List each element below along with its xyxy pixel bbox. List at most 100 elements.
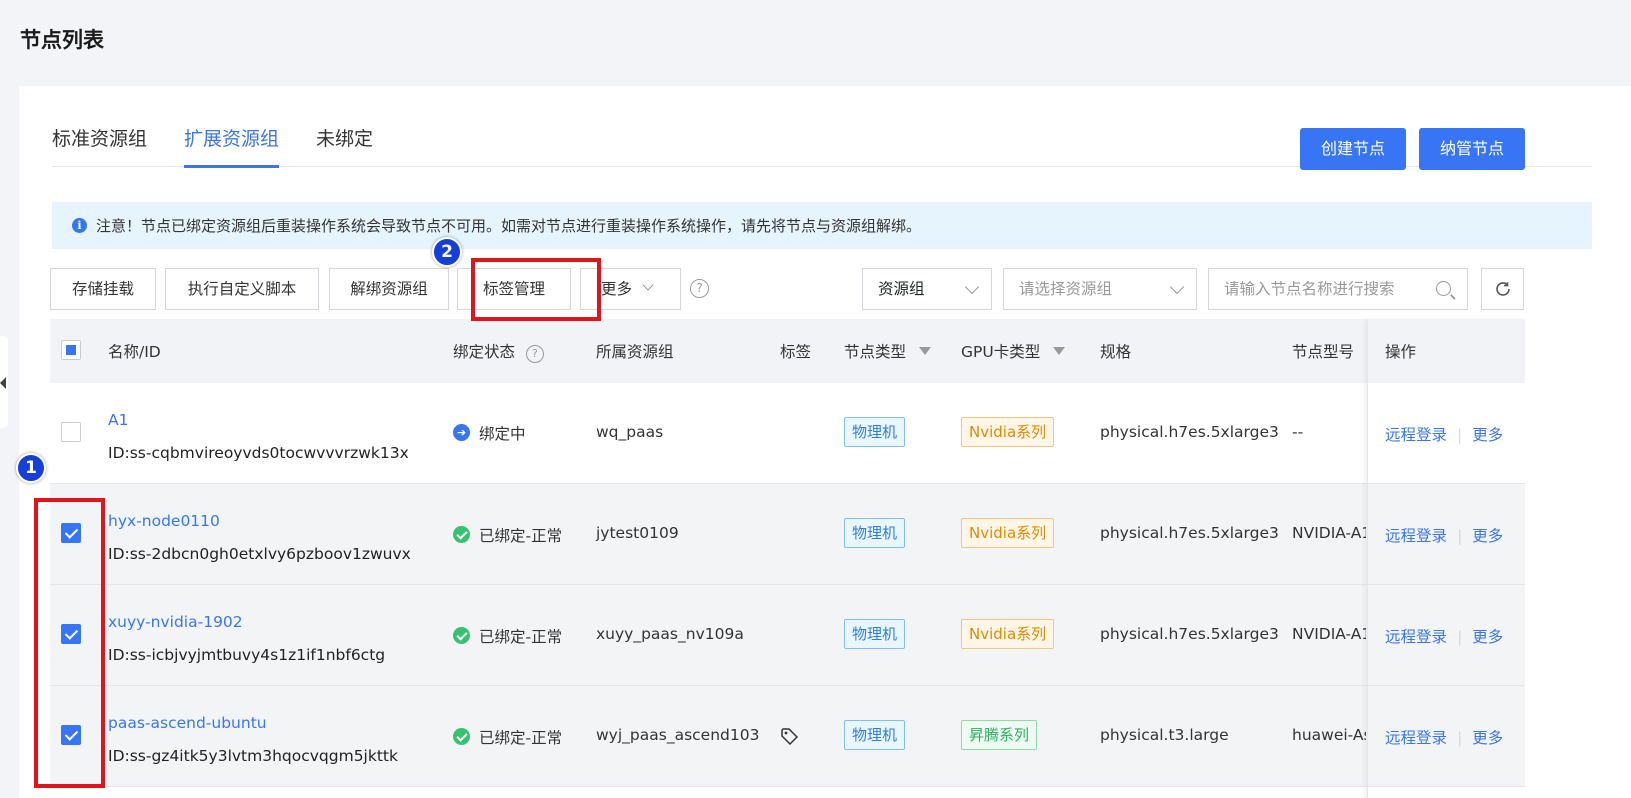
arrow-right-icon: ➔ [453, 424, 470, 441]
bind-status-text: 已绑定-正常 [479, 527, 563, 545]
node-type: 物理机 [844, 518, 906, 548]
unbind-group-button[interactable]: 解绑资源组 [329, 268, 449, 310]
search-icon [1436, 281, 1451, 296]
node-id: ID:ss-cqbmvireoyvds0tocwvvvrzwk13x [108, 444, 409, 462]
help-icon[interactable]: ? [690, 279, 709, 298]
gpu-type-tag: 昇腾系列 [961, 720, 1038, 750]
node-name-link[interactable]: A1 [108, 411, 128, 429]
gpu-type-tag: Nvidia系列 [961, 417, 1055, 447]
create-node-button[interactable]: 创建节点 [1300, 128, 1406, 170]
col-tags: 标签 [780, 343, 812, 361]
table-row: paas-ascend-ubuntu ID:ss-gz4itk5y3lvtm3h… [50, 686, 1525, 787]
chevron-down-icon [1169, 279, 1185, 295]
node-list-panel: 标准资源组 扩展资源组 未绑定 创建节点 纳管节点 i 注意！节点已绑定资源组后… [19, 86, 1631, 798]
chevron-down-icon [964, 279, 980, 295]
gpu-type-tag: Nvidia系列 [961, 518, 1055, 548]
resource-group: wq_paas [596, 423, 664, 441]
node-type: 物理机 [844, 619, 906, 649]
node-model: NVIDIA-A1 [1292, 625, 1366, 643]
group-select[interactable]: 请选择资源组 [1003, 268, 1197, 310]
spec: physical.h7es.5xlarge3 [1100, 524, 1279, 542]
spec: physical.h7es.5xlarge3 [1100, 625, 1279, 643]
col-spec: 规格 [1100, 343, 1132, 361]
node-id: ID:ss-gz4itk5y3lvtm3hqocvqgm5jkttk [108, 747, 398, 765]
node-type-tag: 物理机 [844, 720, 906, 750]
bind-status: 已绑定-正常 [453, 524, 562, 546]
table-row: A1 ID:ss-cqbmvireoyvds0tocwvvvrzwk13x ➔ 绑… [50, 383, 1525, 484]
bind-status: 已绑定-正常 [453, 726, 562, 748]
table-row: hyx-node0110 ID:ss-2dbcn0gh0etxlvy6pzboo… [50, 484, 1525, 585]
tag-icon[interactable] [780, 727, 799, 749]
gpu-type: 昇腾系列 [961, 720, 1038, 750]
notice-text: 注意！节点已绑定资源组后重装操作系统会导致节点不可用。如需对节点进行重装操作系统… [96, 217, 922, 235]
tab-standard-group[interactable]: 标准资源组 [52, 124, 147, 167]
bind-status-text: 已绑定-正常 [479, 729, 563, 747]
filter-type-value: 资源组 [878, 280, 925, 298]
col-bind-status: 绑定状态 ? [453, 340, 544, 363]
col-gpu-type-label: GPU卡类型 [961, 343, 1041, 361]
notice-banner: i 注意！节点已绑定资源组后重装操作系统会导致节点不可用。如需对节点进行重装操作… [52, 202, 1592, 249]
tab-extended-group[interactable]: 扩展资源组 [184, 124, 280, 168]
resource-group: jytest0109 [596, 524, 679, 542]
fixed-actions-column [1367, 319, 1525, 798]
node-id: ID:ss-2dbcn0gh0etxlvy6pzboov1zwuvx [108, 545, 411, 563]
check-circle-icon [453, 728, 470, 745]
more-label: 更多 [601, 280, 633, 298]
resource-group: wyj_paas_ascend103 [596, 726, 760, 744]
highlight-box-tag-manage [471, 258, 601, 321]
info-icon: i [72, 218, 87, 233]
col-node-type: 节点类型 [844, 340, 931, 362]
gpu-type: Nvidia系列 [961, 417, 1055, 447]
node-type-tag: 物理机 [844, 619, 906, 649]
bind-status-text: 已绑定-正常 [479, 628, 563, 646]
spec: physical.h7es.5xlarge3 [1100, 423, 1279, 441]
bind-status: 已绑定-正常 [453, 625, 562, 647]
tab-unbound[interactable]: 未绑定 [316, 124, 373, 167]
step-badge-2: 2 [432, 237, 462, 267]
storage-mount-button[interactable]: 存储挂载 [50, 268, 156, 310]
select-all-checkbox[interactable] [61, 340, 81, 360]
chevron-left-icon [0, 377, 6, 389]
spec: physical.t3.large [1100, 726, 1229, 744]
node-name-link[interactable]: xuyy-nvidia-1902 [108, 613, 243, 631]
resource-group: xuyy_paas_nv109a [596, 625, 744, 643]
gpu-type: Nvidia系列 [961, 619, 1055, 649]
node-model: NVIDIA-A1 [1292, 524, 1366, 542]
page-title: 节点列表 [20, 28, 104, 52]
table-row: xuyy-nvidia-1902 ID:ss-icbjvyjmtbuvy4s1z… [50, 585, 1525, 686]
run-script-button[interactable]: 执行自定义脚本 [165, 268, 319, 310]
highlight-box-checkboxes [34, 498, 105, 788]
filter-type-select[interactable]: 资源组 [862, 268, 992, 310]
node-model: huawei-Asc [1292, 726, 1366, 744]
check-circle-icon [453, 627, 470, 644]
node-name-link[interactable]: hyx-node0110 [108, 512, 220, 530]
col-node-type-label: 节点类型 [844, 343, 907, 361]
bind-status-text: 绑定中 [479, 425, 526, 443]
table-header: 名称/ID 绑定状态 ? 所属资源组 标签 节点类型 GPU卡类型 规格 节点型… [50, 319, 1525, 383]
manage-node-button[interactable]: 纳管节点 [1419, 128, 1525, 170]
filter-icon[interactable] [918, 346, 931, 355]
filter-icon[interactable] [1053, 346, 1066, 355]
col-name: 名称/ID [108, 343, 161, 361]
node-model: -- [1292, 423, 1304, 441]
col-group: 所属资源组 [596, 343, 674, 361]
node-type: 物理机 [844, 720, 906, 750]
bind-status: ➔ 绑定中 [453, 422, 526, 444]
node-type: 物理机 [844, 417, 906, 447]
step-badge-1: 1 [16, 453, 46, 483]
row-checkbox[interactable] [61, 422, 81, 442]
col-bind-status-label: 绑定状态 [453, 343, 516, 361]
col-model: 节点型号 [1292, 343, 1355, 361]
node-name-link[interactable]: paas-ascend-ubuntu [108, 714, 267, 732]
help-icon[interactable]: ? [525, 345, 544, 363]
refresh-button[interactable] [1481, 268, 1524, 310]
col-gpu-type: GPU卡类型 [961, 340, 1066, 362]
gpu-type: Nvidia系列 [961, 518, 1055, 548]
search-placeholder: 请输入节点名称进行搜索 [1224, 280, 1395, 298]
check-circle-icon [453, 526, 470, 543]
node-type-tag: 物理机 [844, 518, 906, 548]
search-input[interactable]: 请输入节点名称进行搜索 [1208, 268, 1468, 310]
group-select-placeholder: 请选择资源组 [1019, 280, 1113, 298]
chevron-down-icon [642, 279, 654, 291]
node-id: ID:ss-icbjvyjmtbuvy4s1z1if1nbf6ctg [108, 646, 386, 664]
